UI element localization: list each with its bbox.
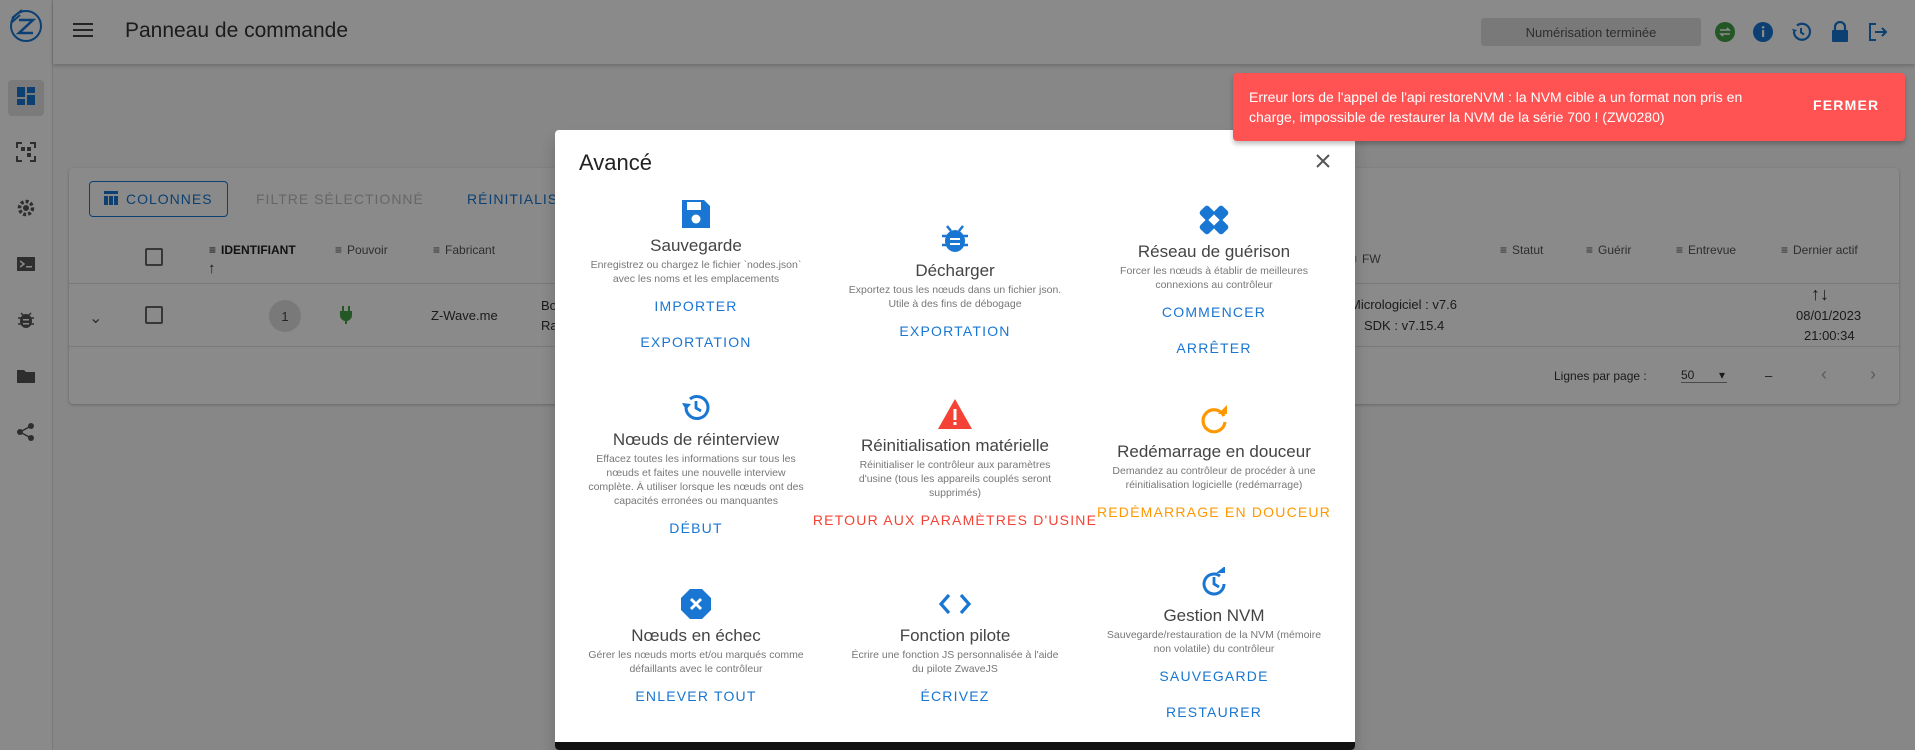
code-icon: [937, 586, 973, 622]
tool-name: Gestion NVM: [1163, 606, 1265, 625]
soft-reset-button[interactable]: REDÉMARRAGE EN DOUCEUR: [1097, 504, 1331, 524]
heal-stop-button[interactable]: ARRÊTER: [1176, 340, 1251, 360]
dialog-close-button[interactable]: [1310, 150, 1336, 176]
remove-all-button[interactable]: ENLEVER TOUT: [635, 688, 756, 708]
tool-name: Réinitialisation matérielle: [860, 436, 1050, 455]
tool-description: Demandez au contrôleur de procéder à une…: [1112, 465, 1316, 491]
warning-icon: [937, 396, 973, 432]
tool-description: Réinitialiser le contrôleur aux paramètr…: [858, 459, 1052, 499]
import-button[interactable]: IMPORTER: [654, 298, 737, 318]
write-function-button[interactable]: ÉCRIVEZ: [920, 688, 989, 708]
dialog-bottom-bar: [555, 742, 1355, 750]
tool-description: Exportez tous les nœuds dans un fichier …: [848, 284, 1062, 310]
factory-reset-button[interactable]: RETOUR AUX PARAMÈTRES D'USINE: [813, 512, 1097, 532]
tool-heal-network: Réseau de guérison Forcer les nœuds à ét…: [1085, 202, 1343, 360]
tool-description: Gérer les nœuds morts et/ou marqués comm…: [588, 649, 804, 675]
cancel-octagon-icon: [678, 586, 714, 622]
export-backup-button[interactable]: EXPORTATION: [640, 334, 751, 354]
tool-description: Enregistrez ou chargez le fichier `nodes…: [590, 259, 802, 285]
tool-name: Nœuds en échec: [631, 626, 761, 645]
export-dump-button[interactable]: EXPORTATION: [899, 323, 1010, 343]
tool-name: Réseau de guérison: [1137, 242, 1291, 261]
snackbar-message: Erreur lors de l'appel de l'api restoreN…: [1249, 89, 1743, 125]
tool-nvm-management: Gestion NVM Sauvegarde/restauration de l…: [1085, 566, 1343, 724]
heal-start-button[interactable]: COMMENCER: [1162, 304, 1266, 324]
tool-reinterview: Nœuds de réinterview Effacez toutes les …: [567, 390, 825, 540]
tool-soft-reset: Redémarrage en douceur Demandez au contr…: [1085, 402, 1343, 524]
tool-name: Décharger: [915, 261, 995, 280]
advanced-dialog: Avancé Sauvegarde Enregistrez ou chargez…: [555, 130, 1355, 750]
tool-name: Sauvegarde: [650, 236, 742, 255]
history-icon: [678, 390, 714, 426]
tool-description: Sauvegarde/restauration de la NVM (mémoi…: [1106, 629, 1322, 655]
tool-backup: Sauvegarde Enregistrez ou chargez le fic…: [567, 196, 825, 354]
tool-driver-function: Fonction pilote Écrire une fonction JS p…: [826, 586, 1084, 708]
save-icon: [678, 196, 714, 232]
tool-name: Nœuds de réinterview: [612, 430, 780, 449]
tool-hard-reset: Réinitialisation matérielle Réinitialise…: [813, 396, 1096, 532]
dialog-title: Avancé: [579, 150, 652, 175]
reinterview-start-button[interactable]: DÉBUT: [669, 520, 722, 540]
bug-icon: [937, 221, 973, 257]
snackbar-close-button[interactable]: FERMER: [1813, 97, 1879, 113]
tool-description: Forcer les nœuds à établir de meilleures…: [1120, 265, 1308, 291]
nvm-restore-button[interactable]: RESTAURER: [1166, 704, 1262, 724]
error-snackbar: Erreur lors de l'appel de l'api restoreN…: [1233, 73, 1905, 141]
history-icon: [1196, 566, 1232, 602]
close-icon: [1315, 153, 1331, 174]
tool-dump: Décharger Exportez tous les nœuds dans u…: [826, 221, 1084, 343]
tool-description: Écrire une fonction JS personnalisée à l…: [851, 649, 1059, 675]
tool-name: Redémarrage en douceur: [1117, 442, 1311, 461]
refresh-icon: [1196, 402, 1232, 438]
tool-name: Fonction pilote: [899, 626, 1011, 645]
tool-failed-nodes: Nœuds en échec Gérer les nœuds morts et/…: [567, 586, 825, 708]
bandage-icon: [1196, 202, 1232, 238]
tool-description: Effacez toutes les informations sur tous…: [588, 453, 804, 507]
nvm-backup-button[interactable]: SAUVEGARDE: [1159, 668, 1268, 688]
